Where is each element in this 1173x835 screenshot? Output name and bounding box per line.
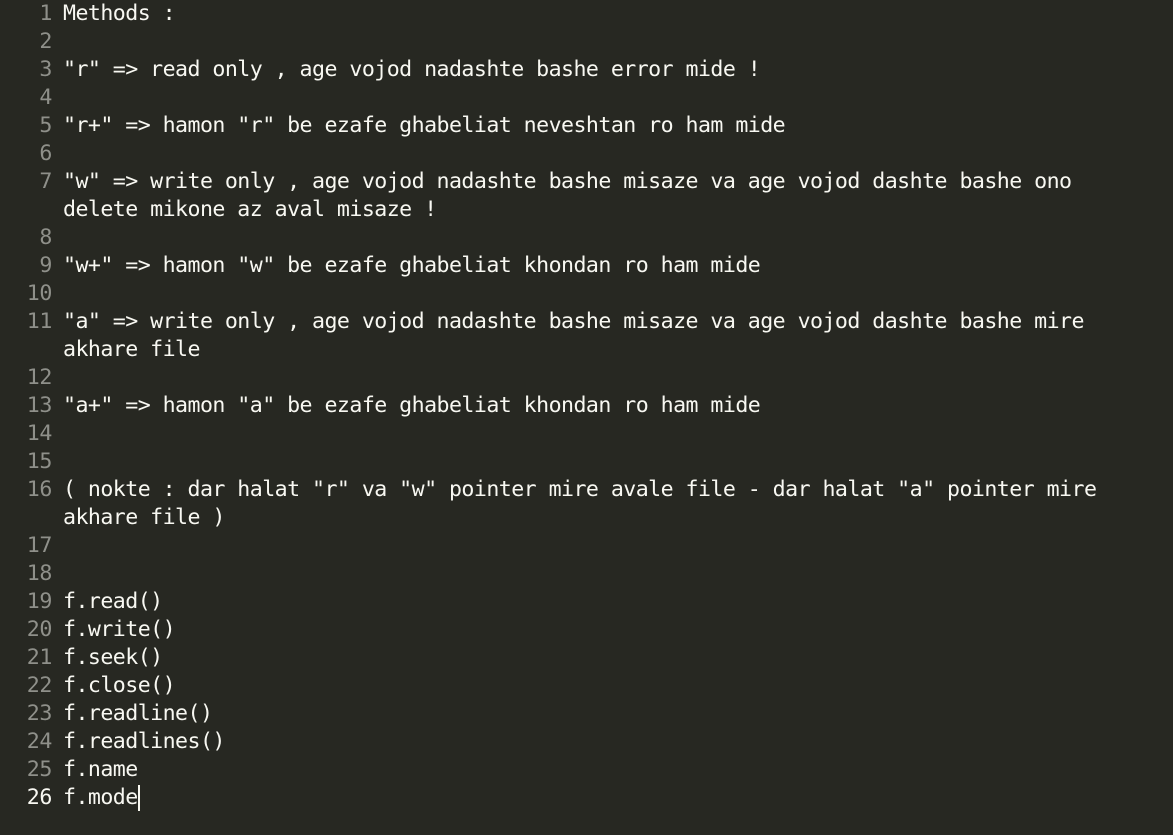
line-number: 19	[26, 589, 53, 614]
editor-line[interactable]: 5 "r+" => hamon "r" be ezafe ghabeliat ne…	[0, 112, 1173, 140]
line-number: 6	[39, 141, 52, 166]
line-number: 8	[39, 225, 52, 250]
editor-line[interactable]: 20 f.write()	[0, 616, 1173, 644]
line-text[interactable]: f.readlines()	[52, 728, 1173, 756]
line-number: 1	[39, 1, 52, 26]
line-text[interactable]: "r+" => hamon "r" be ezafe ghabeliat nev…	[52, 112, 1173, 140]
editor-line[interactable]: 6	[0, 140, 1173, 168]
editor-line[interactable]: 12	[0, 364, 1173, 392]
line-number: 10	[26, 281, 53, 306]
editor-line[interactable]: 16( nokte : dar halat "r" va "w" pointer…	[0, 476, 1173, 532]
editor-line[interactable]: 9 "w+" => hamon "w" be ezafe ghabeliat kh…	[0, 252, 1173, 280]
editor-line[interactable]: 4	[0, 84, 1173, 112]
line-text[interactable]: "w" => write only , age vojod nadashte b…	[52, 168, 1173, 224]
editor-line[interactable]: 23 f.readline()	[0, 700, 1173, 728]
editor-line[interactable]: 8	[0, 224, 1173, 252]
editor-line[interactable]: 2	[0, 28, 1173, 56]
line-number: 26	[26, 785, 53, 810]
line-number: 22	[26, 673, 53, 698]
editor-line[interactable]: 25 f.name	[0, 756, 1173, 784]
line-number: 23	[26, 701, 53, 726]
editor-line[interactable]: 21 f.seek()	[0, 644, 1173, 672]
line-text[interactable]: "a" => write only , age vojod nadashte b…	[52, 308, 1173, 364]
line-text[interactable]: ( nokte : dar halat "r" va "w" pointer m…	[52, 476, 1173, 532]
editor-lines[interactable]: 1 Methods :2 3 "r" => read only , age vojod…	[0, 0, 1173, 812]
line-number: 4	[39, 85, 52, 110]
line-text[interactable]: Methods :	[52, 0, 1173, 28]
line-number: 3	[39, 57, 52, 82]
editor-line[interactable]: 22 f.close()	[0, 672, 1173, 700]
line-number: 2	[39, 29, 52, 54]
code-editor[interactable]: 1 Methods :2 3 "r" => read only , age vojod…	[0, 0, 1173, 835]
editor-line[interactable]: 3 "r" => read only , age vojod nadashte b…	[0, 56, 1173, 84]
editor-line[interactable]: 19 f.read()	[0, 588, 1173, 616]
line-text[interactable]: f.write()	[52, 616, 1173, 644]
line-text[interactable]: f.seek()	[52, 644, 1173, 672]
line-text[interactable]: f.read()	[52, 588, 1173, 616]
line-number: 18	[26, 561, 53, 586]
line-number: 25	[26, 757, 53, 782]
line-text[interactable]: f.readline()	[52, 700, 1173, 728]
editor-line[interactable]: 26 f.mode	[0, 784, 1173, 812]
line-number: 24	[26, 729, 53, 754]
line-number: 7	[39, 169, 52, 194]
line-number: 14	[26, 421, 53, 446]
line-number: 13	[26, 393, 53, 418]
line-text[interactable]: "a+" => hamon "a" be ezafe ghabeliat kho…	[52, 392, 1173, 420]
editor-line[interactable]: 7 "w" => write only , age vojod nadashte …	[0, 168, 1173, 224]
line-text[interactable]: f.name	[52, 756, 1173, 784]
editor-line[interactable]: 13 "a+" => hamon "a" be ezafe ghabeliat k…	[0, 392, 1173, 420]
editor-line[interactable]: 17	[0, 532, 1173, 560]
editor-line[interactable]: 14	[0, 420, 1173, 448]
line-number: 5	[39, 113, 52, 138]
editor-line[interactable]: 10	[0, 280, 1173, 308]
line-text[interactable]: "w+" => hamon "w" be ezafe ghabeliat kho…	[52, 252, 1173, 280]
line-number: 16	[26, 477, 53, 502]
line-number: 21	[26, 645, 53, 670]
line-text[interactable]: f.close()	[52, 672, 1173, 700]
text-cursor	[137, 785, 140, 811]
line-number: 12	[26, 365, 53, 390]
line-number: 17	[26, 533, 53, 558]
editor-line[interactable]: 18	[0, 560, 1173, 588]
editor-line[interactable]: 15	[0, 448, 1173, 476]
line-number: 9	[39, 253, 52, 278]
editor-line[interactable]: 1 Methods :	[0, 0, 1173, 28]
line-number: 20	[26, 617, 53, 642]
editor-line[interactable]: 24 f.readlines()	[0, 728, 1173, 756]
line-text[interactable]: f.mode	[52, 784, 1173, 812]
editor-line[interactable]: 11 "a" => write only , age vojod nadashte…	[0, 308, 1173, 364]
line-text[interactable]: "r" => read only , age vojod nadashte ba…	[52, 56, 1173, 84]
line-number: 11	[26, 309, 53, 334]
line-number: 15	[26, 449, 53, 474]
